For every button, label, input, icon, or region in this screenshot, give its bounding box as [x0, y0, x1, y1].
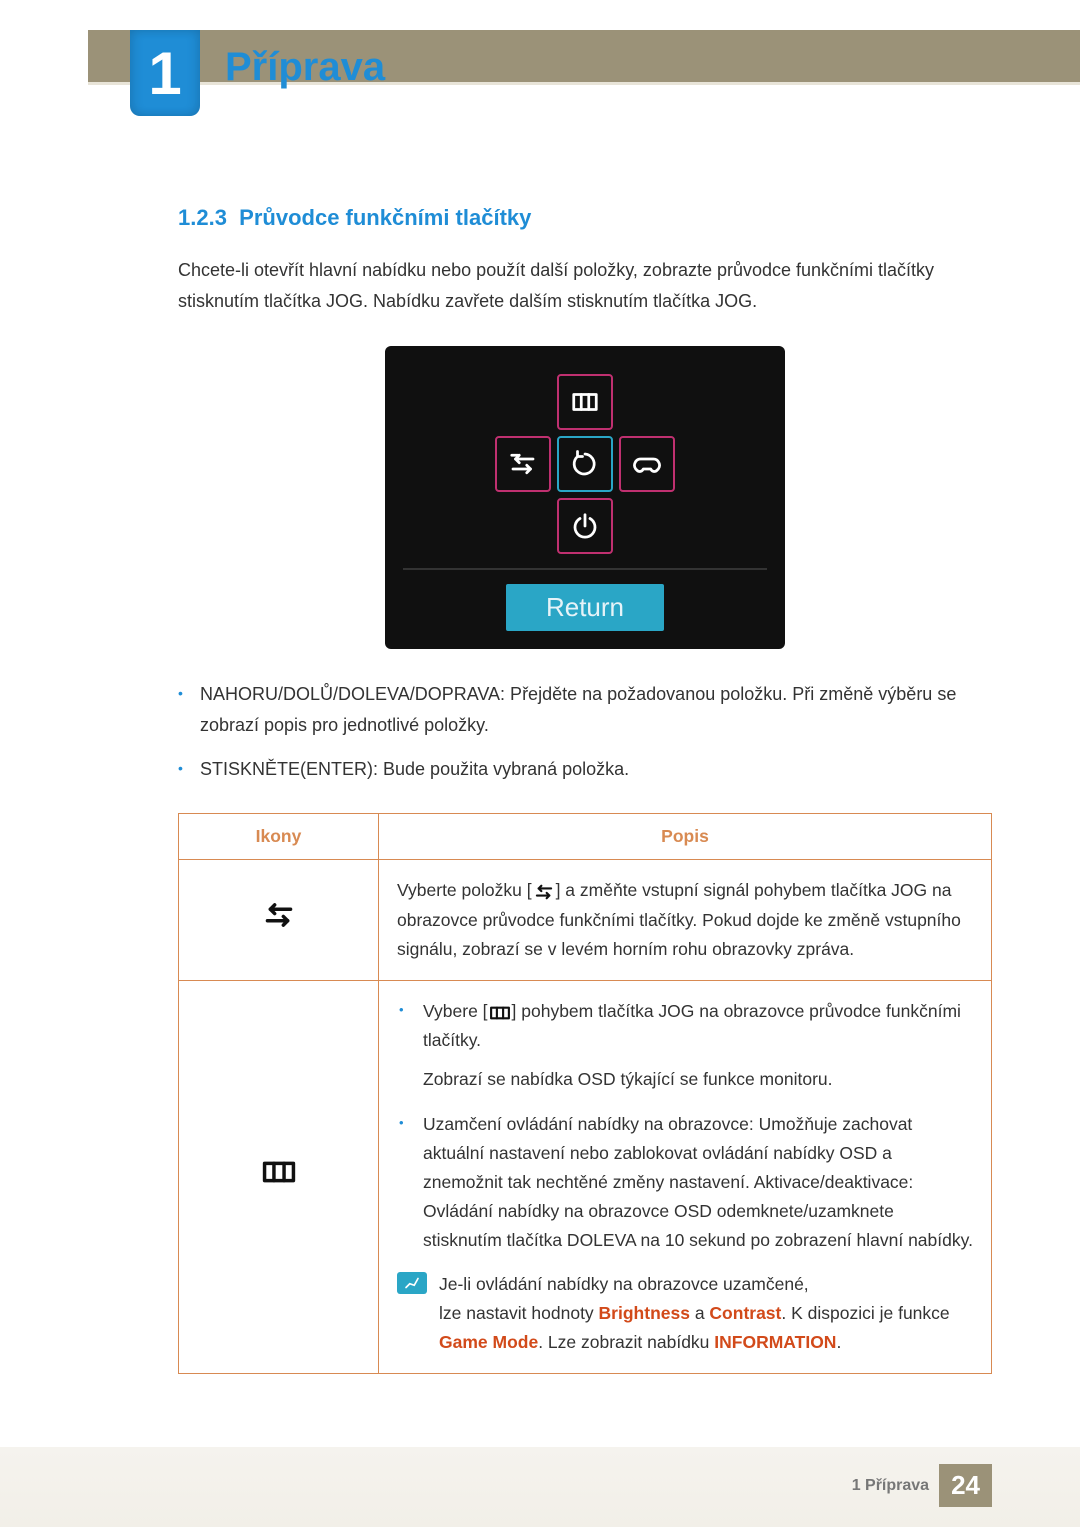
- note-icon: [397, 1272, 427, 1294]
- icons-table: Ikony Popis Vyberte položku [] a změňte …: [178, 813, 992, 1374]
- source-icon-inline: [532, 877, 556, 906]
- dpad-up-menu-icon: [557, 374, 613, 430]
- dpad-left-source-icon: [495, 436, 551, 492]
- keyword-brightness: Brightness: [599, 1303, 690, 1323]
- chapter-number: 1: [148, 39, 181, 108]
- chapter-number-tab: 1: [130, 30, 200, 116]
- menu-desc: Vybere [] pohybem tlačítka JOG na obrazo…: [379, 980, 992, 1374]
- dpad-right-game-icon: [619, 436, 675, 492]
- keyword-gamemode: Game Mode: [439, 1332, 538, 1352]
- keyword-information: INFORMATION: [714, 1332, 836, 1352]
- osd-return-label: Return: [506, 584, 664, 631]
- instruction-list: NAHORU/DOLŮ/DOLEVA/DOPRAVA: Přejděte na …: [178, 679, 992, 785]
- table-header-desc: Popis: [379, 813, 992, 859]
- source-icon: [179, 859, 379, 980]
- menu-icon-inline: [488, 997, 512, 1026]
- chapter-title: Příprava: [225, 45, 385, 90]
- dpad: [413, 374, 757, 554]
- footer-chapter-label: 1 Příprava: [852, 1477, 929, 1495]
- menu-desc-item: Vybere [] pohybem tlačítka JOG na obrazo…: [423, 997, 973, 1095]
- menu-desc-item: Uzamčení ovládání nabídky na obrazovce: …: [423, 1110, 973, 1254]
- section-title: Průvodce funkčními tlačítky: [239, 205, 531, 230]
- intro-paragraph: Chcete-li otevřít hlavní nabídku nebo po…: [178, 255, 992, 316]
- table-row: Vyberte položku [] a změňte vstupní sign…: [179, 859, 992, 980]
- dpad-down-power-icon: [557, 498, 613, 554]
- table-row: Vybere [] pohybem tlačítka JOG na obrazo…: [179, 980, 992, 1374]
- page-number: 24: [939, 1464, 992, 1507]
- table-header-icons: Ikony: [179, 813, 379, 859]
- section-heading: 1.2.3 Průvodce funkčními tlačítky: [178, 205, 992, 231]
- osd-panel: Return: [385, 346, 785, 649]
- section-number: 1.2.3: [178, 205, 227, 230]
- note-block: Je-li ovládání nabídky na obrazovce uzam…: [397, 1270, 973, 1357]
- page-content: 1.2.3 Průvodce funkčními tlačítky Chcete…: [178, 205, 992, 1374]
- osd-divider: [403, 568, 767, 570]
- page-footer: 1 Příprava 24: [852, 1464, 992, 1507]
- osd-figure: Return: [178, 346, 992, 649]
- instruction-item: STISKNĚTE(ENTER): Bude použita vybraná p…: [200, 754, 992, 785]
- instruction-item: NAHORU/DOLŮ/DOLEVA/DOPRAVA: Přejděte na …: [200, 679, 992, 740]
- keyword-contrast: Contrast: [709, 1303, 781, 1323]
- dpad-center-return-icon: [557, 436, 613, 492]
- note-line: Je-li ovládání nabídky na obrazovce uzam…: [439, 1274, 809, 1294]
- source-desc: Vyberte položku [] a změňte vstupní sign…: [379, 859, 992, 980]
- menu-icon: [179, 980, 379, 1374]
